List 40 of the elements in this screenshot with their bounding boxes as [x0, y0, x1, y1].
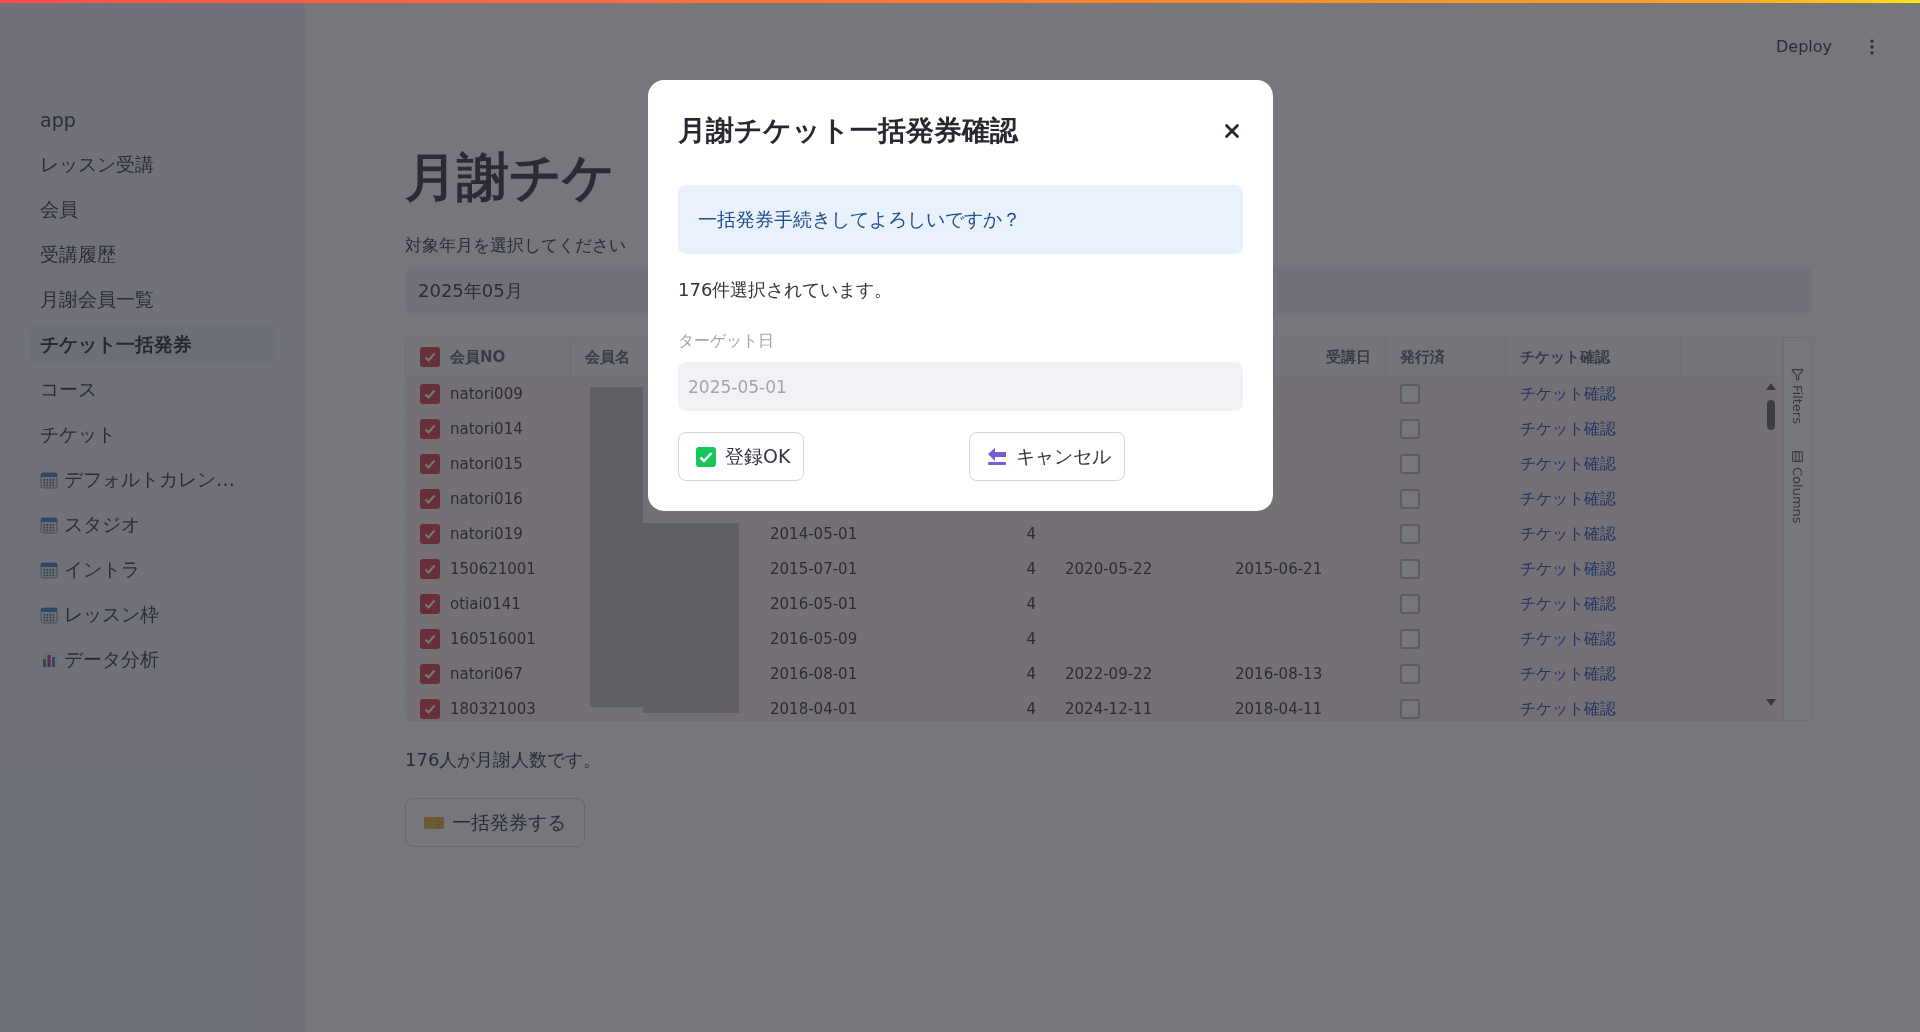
- date-label: ターゲット日: [678, 330, 775, 352]
- summary-text: 176人が月謝人数です。: [405, 748, 603, 772]
- column-header: 発行済: [1400, 347, 1445, 367]
- selection-count: 176件選択されています。: [678, 278, 894, 302]
- column-header: チケット確認: [1520, 347, 1610, 367]
- table-cell: 2020-05-22: [1065, 560, 1153, 578]
- page-title: 月謝チケ: [405, 146, 616, 209]
- table-cell: 180321003: [450, 700, 536, 718]
- column-header: 受講日: [1326, 347, 1371, 367]
- info-message: 一括発券手続きしてよろしいですか？: [678, 185, 1243, 254]
- column-header: 会員NO: [450, 347, 506, 367]
- table-cell: 2016-08-01: [770, 665, 858, 683]
- dialog-title: 月謝チケット一括発券確認: [678, 113, 1018, 149]
- table-cell: 2015-07-01: [770, 560, 858, 578]
- table-cell: 2014-05-01: [770, 525, 858, 543]
- table-cell: 4: [1026, 700, 1036, 718]
- table-cell: natori067: [450, 665, 523, 683]
- table-cell: 2022-09-22: [1065, 665, 1153, 683]
- table-cell: 2016-08-13: [1235, 665, 1323, 683]
- table-cell: natori016: [450, 490, 523, 508]
- table-cell: 4: [1026, 630, 1036, 648]
- table-cell: 2016-05-09: [770, 630, 858, 648]
- table-cell: natori014: [450, 420, 523, 438]
- table-cell: 160516001: [450, 630, 536, 648]
- table-cell: natori009: [450, 385, 523, 403]
- table-cell: 2024-12-11: [1065, 700, 1153, 718]
- month-label: 対象年月を選択してください: [405, 234, 627, 257]
- table-cell: 4: [1026, 560, 1036, 578]
- table-cell: 2016-05-01: [770, 595, 858, 613]
- table-cell: natori015: [450, 455, 523, 473]
- table-cell: 4: [1026, 665, 1036, 683]
- table-cell: 150621001: [450, 560, 536, 578]
- table-cell: 4: [1026, 595, 1036, 613]
- table-cell: 2018-04-01: [770, 700, 858, 718]
- table-cell: otiai0141: [450, 595, 521, 613]
- column-header: 会員名: [585, 347, 630, 367]
- table-cell: 4: [1026, 525, 1036, 543]
- table-cell: 2015-06-21: [1235, 560, 1323, 578]
- table-cell: natori019: [450, 525, 523, 543]
- table-cell: 2018-04-11: [1235, 700, 1323, 718]
